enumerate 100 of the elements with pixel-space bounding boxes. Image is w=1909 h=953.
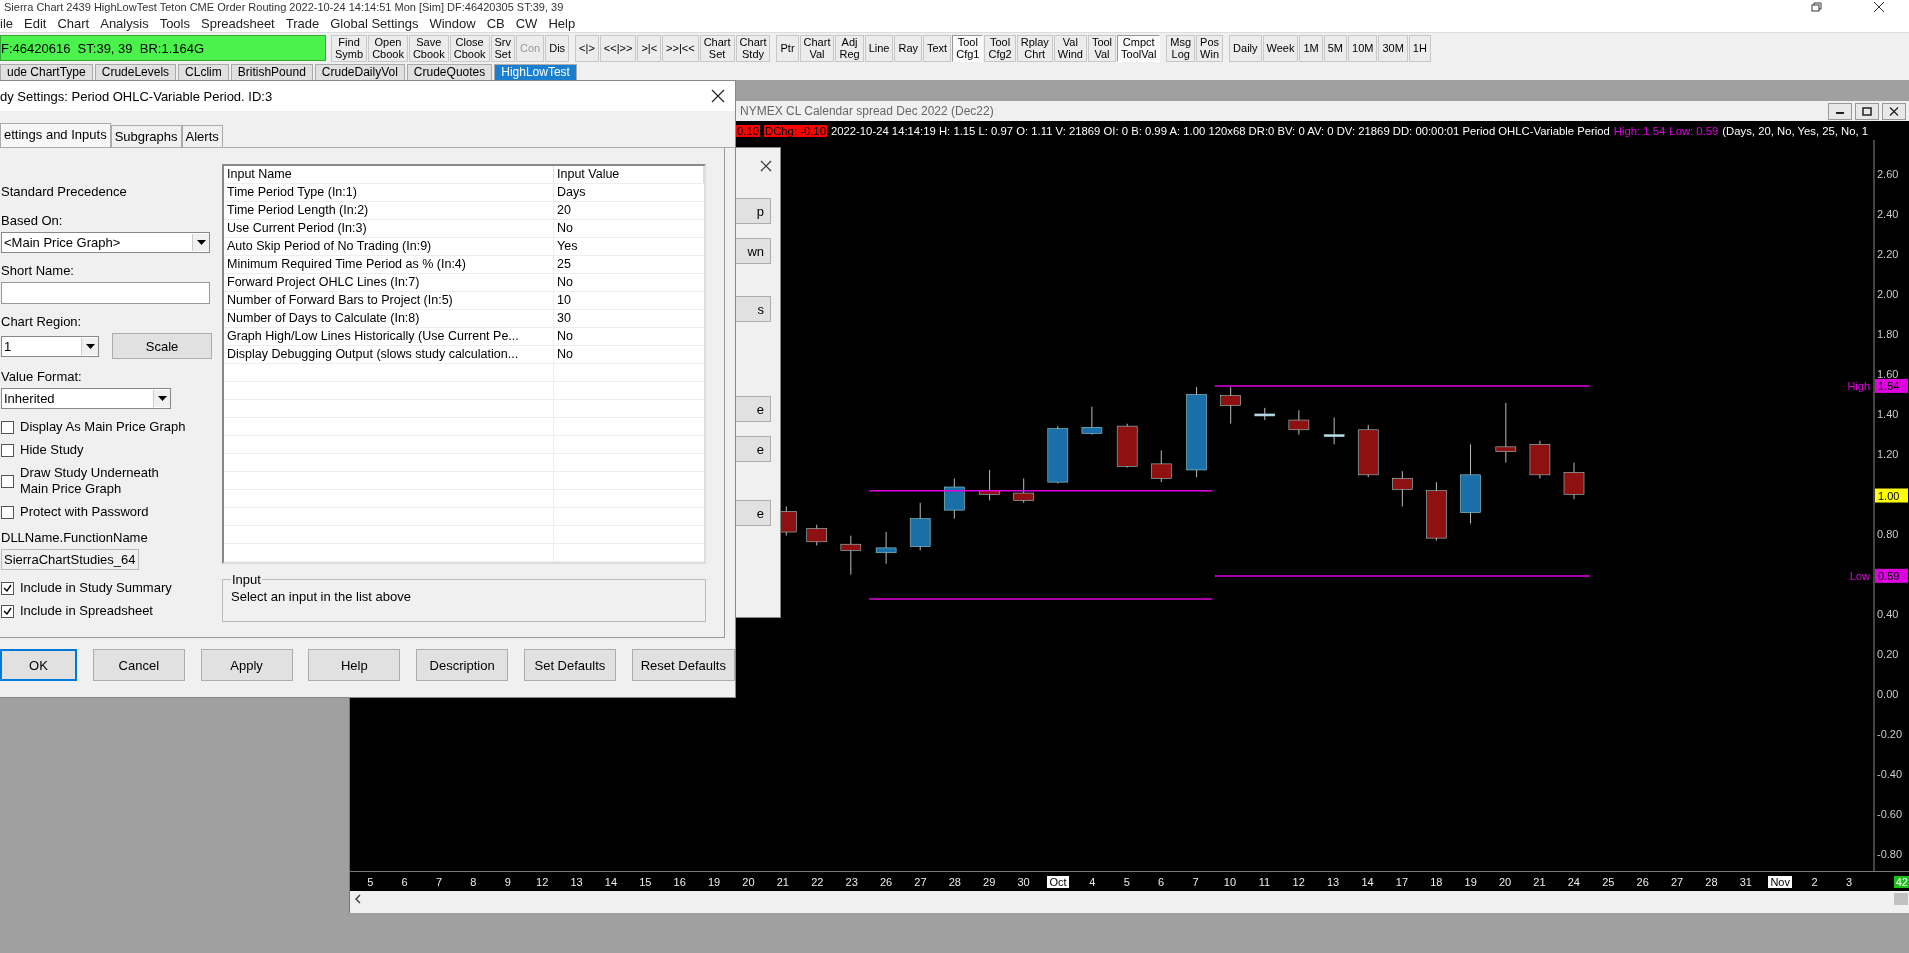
input-row[interactable]: Number of Forward Bars to Project (In:5) 10 — [224, 292, 704, 310]
toolbar-button[interactable]: Srv Set — [490, 34, 516, 62]
toolbar-button[interactable]: Tool Cfg1 — [952, 34, 984, 62]
checkbox[interactable] — [1, 581, 14, 595]
toolbar-button[interactable]: Chart Val — [799, 34, 835, 62]
dialog-button[interactable]: Reset Defaults — [631, 649, 735, 681]
toolbar-button[interactable]: Msg Log — [1166, 34, 1196, 62]
menu-item[interactable]: Trade — [285, 15, 320, 31]
toolbar-button[interactable]: 30M — [1378, 34, 1408, 62]
menu-item[interactable]: Tools — [159, 15, 190, 31]
close-icon[interactable] — [711, 89, 725, 103]
toolbar-button[interactable]: Chart Set — [699, 34, 735, 62]
menu-item[interactable]: Spreadsheet — [201, 15, 275, 31]
chart-region-dropdown[interactable]: 1 — [1, 335, 99, 357]
input-row[interactable]: Use Current Period (In:3) No — [224, 220, 704, 238]
dialog-button[interactable]: Cancel — [92, 649, 185, 681]
checkbox[interactable] — [1, 604, 14, 618]
toolbar-button[interactable]: <<|>> — [599, 34, 637, 62]
menu-item[interactable]: Chart — [57, 15, 90, 31]
close-icon[interactable] — [760, 160, 772, 172]
input-row[interactable]: Auto Skip Period of No Trading (In:9) Yes — [224, 238, 704, 256]
menu-item[interactable]: CB — [486, 15, 505, 31]
toolbar-button[interactable]: 1H — [1408, 34, 1431, 62]
menu-item[interactable]: Help — [548, 15, 576, 31]
toolbar-button[interactable]: Find Symb — [331, 34, 368, 62]
close-button[interactable] — [1882, 102, 1906, 120]
dialog-tab[interactable]: ettings and Inputs — [0, 123, 111, 147]
dialog-button[interactable]: OK — [0, 649, 77, 681]
dialog-button[interactable]: Apply — [200, 649, 293, 681]
toolbar-button[interactable]: Week — [1262, 34, 1299, 62]
chartbook-tab[interactable]: CrudeDailyVol — [314, 64, 405, 80]
input-row[interactable]: Minimum Required Time Period as % (In:4) 25 — [224, 256, 704, 274]
dialog-tab[interactable]: Subgraphs — [110, 125, 182, 147]
candlestick — [1013, 478, 1034, 504]
toolbar-button[interactable]: Close Cbook — [449, 34, 490, 62]
checkbox[interactable] — [1, 443, 14, 457]
based-on-dropdown[interactable]: <Main Price Graph> — [1, 232, 210, 253]
toolbar-button[interactable]: Tool Cfg2 — [984, 34, 1016, 62]
toolbar-button[interactable]: >|< — [637, 34, 662, 62]
chartbook-tab[interactable]: CrudeQuotes — [406, 64, 493, 80]
toolbar-button[interactable]: Pos Win — [1196, 34, 1224, 62]
column-header[interactable]: Input Value — [554, 166, 704, 183]
menu-item[interactable]: Window — [429, 15, 476, 31]
toolbar-button[interactable]: 1M — [1299, 34, 1323, 62]
toolbar-button[interactable]: Ray — [894, 34, 922, 62]
toolbar-button[interactable]: Dis — [545, 34, 570, 62]
scale-button[interactable]: Scale — [112, 333, 212, 359]
input-name-cell: Time Period Length (In:2) — [224, 202, 554, 219]
input-row[interactable]: Display Debugging Output (slows study calculation... No — [224, 346, 704, 364]
dialog-button[interactable]: Set Defaults — [523, 649, 616, 681]
menu-item[interactable]: Analysis — [100, 15, 149, 31]
maximize-button[interactable] — [1855, 102, 1879, 120]
chartbook-tab[interactable]: HighLowTest — [494, 64, 577, 80]
toolbar-button[interactable]: >>|<< — [662, 34, 699, 62]
date-axis-label: 19 — [1463, 875, 1478, 888]
toolbar-button[interactable]: Save Cbook — [408, 34, 449, 62]
toolbar-button[interactable]: Daily — [1229, 34, 1262, 62]
input-row[interactable]: Time Period Type (In:1) Days — [224, 184, 704, 202]
toolbar-button[interactable]: Chart Stdy — [735, 34, 771, 62]
toolbar-button[interactable]: Val Wind — [1053, 34, 1087, 62]
candlestick — [1288, 409, 1310, 436]
input-row[interactable]: Forward Project OHLC Lines (In:7) No — [224, 274, 704, 292]
price-axis-label: 1.80 — [1877, 328, 1899, 341]
menu-item[interactable]: Edit — [24, 15, 47, 31]
date-axis-label: Oct — [1047, 875, 1069, 888]
menu-item[interactable]: Global Settings — [330, 15, 419, 31]
chartbook-tab[interactable]: CrudeLevels — [94, 64, 177, 80]
toolbar-button[interactable]: Open Cbook — [368, 34, 408, 62]
input-row[interactable]: Graph High/Low Lines Historically (Use Current Pe... No — [224, 328, 704, 346]
toolbar-button[interactable]: <|> — [575, 34, 599, 62]
toolbar-button[interactable]: Cmpct ToolVal — [1117, 34, 1161, 62]
toolbar-button[interactable]: Ptr — [776, 34, 799, 62]
checkbox[interactable] — [1, 420, 14, 434]
close-icon[interactable] — [1873, 2, 1885, 12]
minimize-button[interactable] — [1828, 102, 1852, 120]
toolbar-button[interactable]: 5M — [1323, 34, 1347, 62]
menu-item[interactable]: ile — [0, 15, 13, 31]
chartbook-tab[interactable]: BritishPound — [230, 64, 313, 80]
dialog-button[interactable]: Help — [308, 649, 401, 681]
short-name-field[interactable] — [1, 282, 210, 304]
scroll-thumb[interactable] — [1894, 893, 1908, 905]
chartbook-tab[interactable]: ude ChartType — [0, 64, 93, 80]
value-format-dropdown[interactable]: Inherited — [1, 388, 171, 409]
dialog-tab[interactable]: Alerts — [181, 125, 223, 147]
toolbar-button[interactable]: Tool Val — [1087, 34, 1117, 62]
toolbar-button[interactable]: 10M — [1348, 34, 1378, 62]
restore-icon[interactable] — [1811, 2, 1823, 12]
checkbox[interactable] — [1, 474, 14, 488]
checkbox[interactable] — [1, 505, 14, 519]
toolbar-button[interactable]: Adj Reg — [835, 34, 864, 62]
toolbar-button[interactable]: Text — [923, 34, 952, 62]
input-row[interactable]: Number of Days to Calculate (In:8) 30 — [224, 310, 704, 328]
dialog-button[interactable]: Description — [416, 649, 509, 681]
toolbar-button[interactable]: Line — [864, 34, 894, 62]
chartbook-tab[interactable]: CLclim — [178, 64, 229, 80]
toolbar-button[interactable]: Rplay Chrt — [1016, 34, 1053, 62]
input-row[interactable]: Time Period Length (In:2) 20 — [224, 202, 704, 220]
date-axis-label: 28 — [1704, 875, 1719, 888]
column-header[interactable]: Input Name — [224, 166, 554, 183]
menu-item[interactable]: CW — [515, 15, 538, 31]
